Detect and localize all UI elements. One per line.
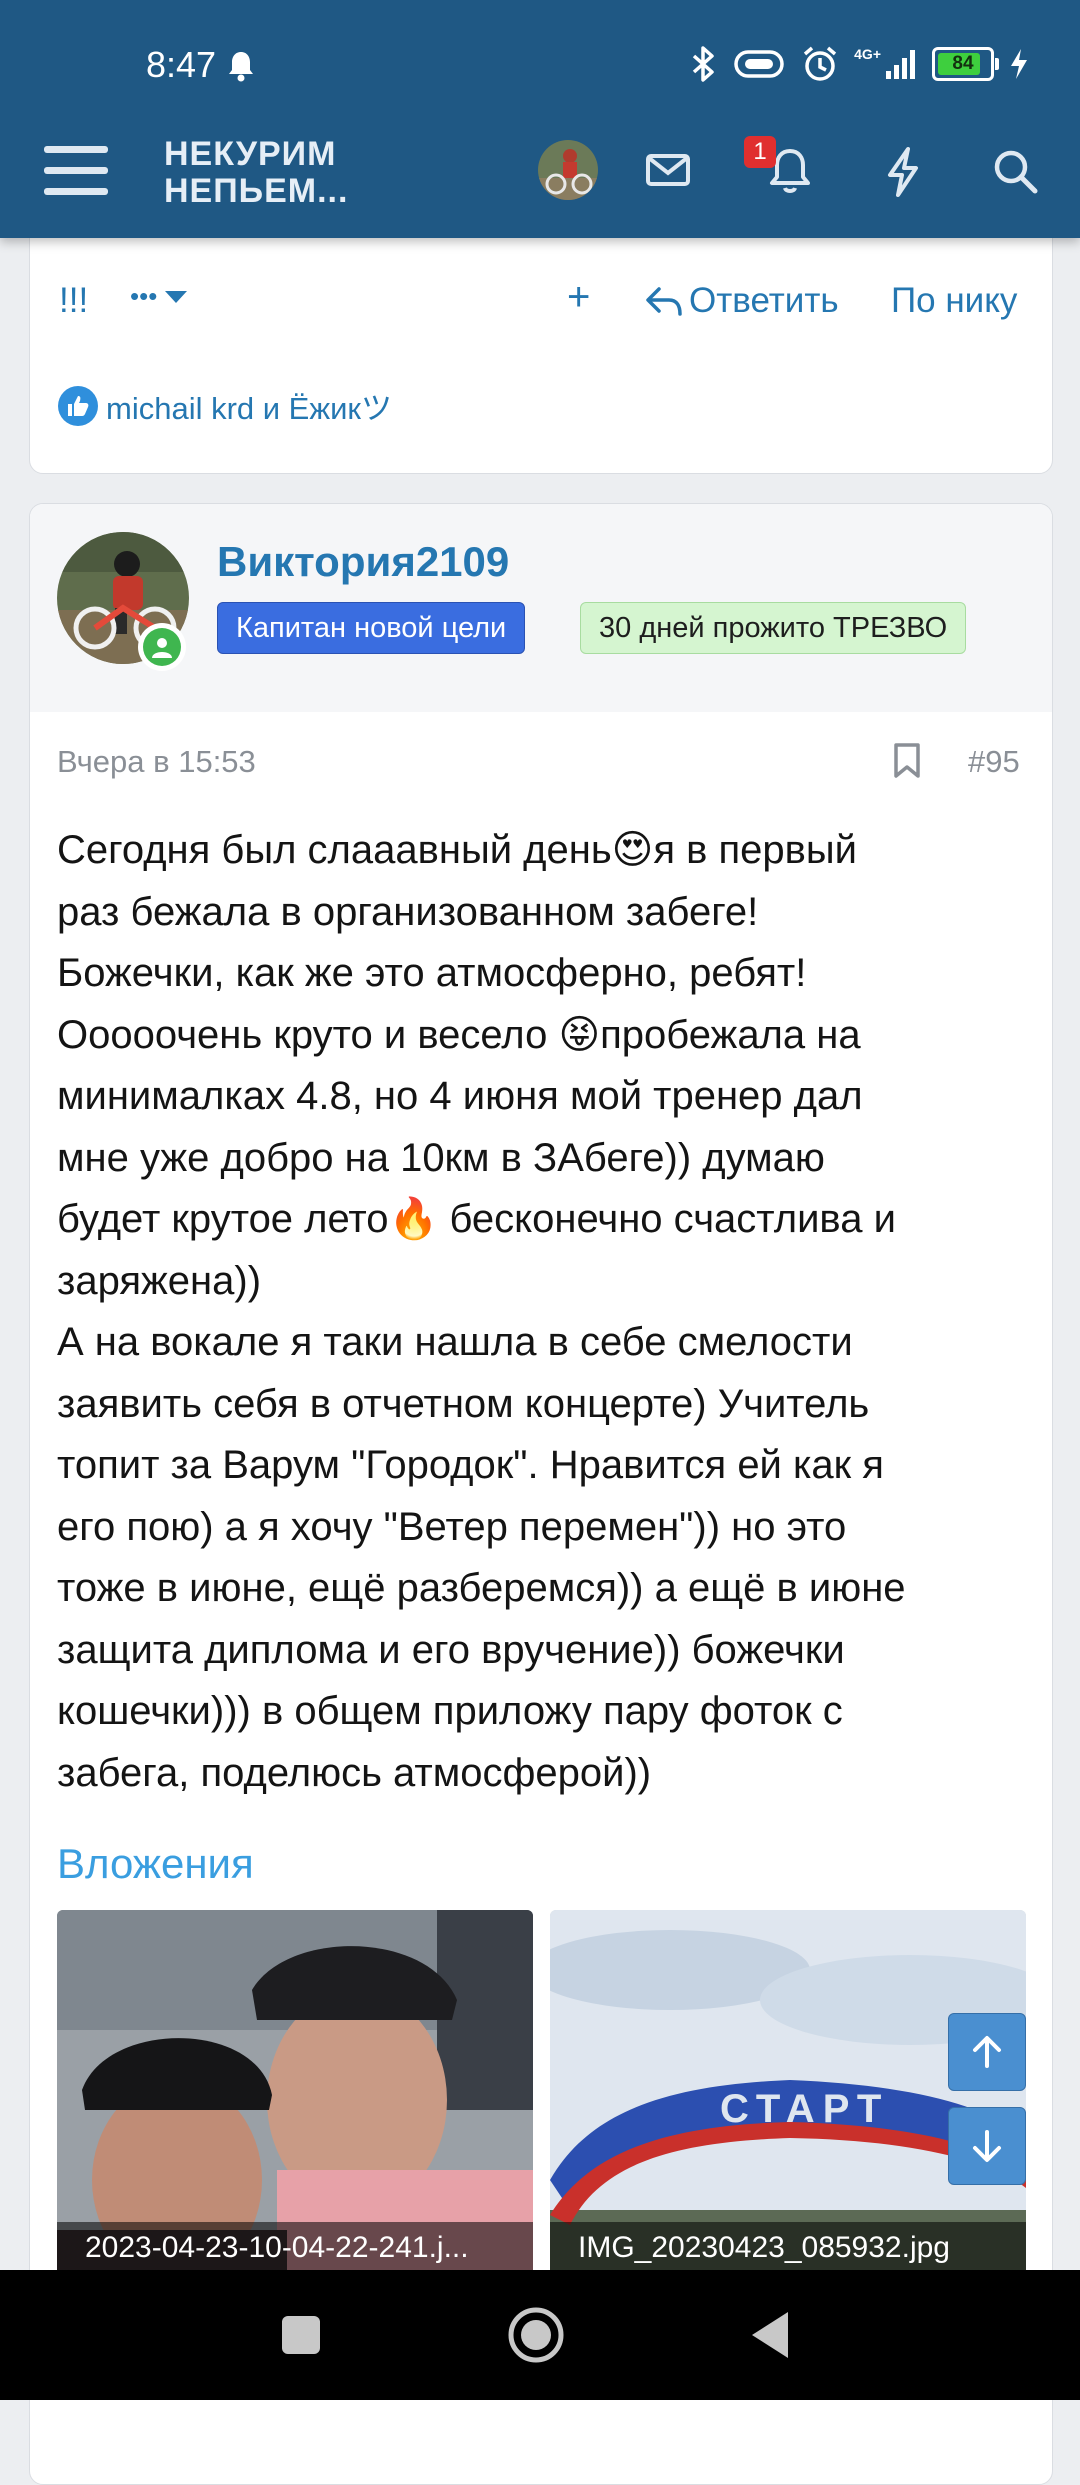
search-icon[interactable] — [990, 146, 1040, 196]
post-card: Виктория2109 Капитан новой цели 30 дней … — [29, 503, 1053, 2485]
menu-icon-line — [44, 146, 108, 153]
post-user-block: Виктория2109 Капитан новой цели 30 дней … — [30, 504, 1052, 712]
post-number[interactable]: #95 — [968, 744, 1020, 780]
status-bar: 8:47 4G+ 84 — [0, 0, 1080, 130]
arrow-down-icon — [973, 2130, 1001, 2162]
attachment-filename: IMG_20230423_085932.jpg — [550, 2222, 1026, 2270]
scroll-down-button[interactable] — [948, 2107, 1026, 2185]
top-header: 8:47 4G+ 84 НЕКУРИМ НЕПЬЕМ... 1 — [0, 0, 1080, 238]
online-status-indicator — [138, 623, 186, 671]
reactions-text: michail krd и Ёжикツ — [106, 391, 392, 426]
online-user-icon — [143, 628, 181, 666]
battery-indicator: 84 — [932, 47, 999, 81]
like-icon — [58, 385, 98, 426]
user-title-banner: Капитан новой цели — [217, 602, 526, 654]
home-button[interactable] — [506, 2300, 566, 2370]
alarm-icon — [804, 46, 837, 81]
scroll-up-button[interactable] — [948, 2013, 1026, 2091]
notification-badge: 1 — [744, 136, 776, 168]
battery-tip — [995, 58, 999, 70]
logo-line-1: НЕКУРИМ — [164, 135, 337, 173]
recents-button[interactable] — [280, 2300, 322, 2370]
logo-line-2: НЕПЬЕМ... — [164, 172, 349, 210]
attachment-thumbnail[interactable]: 2023-04-23-10-04-22-241.j... — [57, 1910, 533, 2270]
menu-icon-line — [44, 188, 108, 195]
vibrate-icon — [734, 50, 784, 78]
menu-button[interactable] — [44, 146, 108, 202]
more-dots: ••• — [130, 281, 158, 311]
more-actions-button[interactable]: ••• — [130, 281, 189, 312]
app-bar: НЕКУРИМ НЕПЬЕМ... 1 — [0, 130, 1080, 238]
chevron-down-icon — [165, 290, 188, 303]
multiquote-button[interactable]: + — [567, 275, 590, 320]
account-avatar[interactable] — [538, 140, 598, 200]
arch-text: СТАРТ — [720, 2087, 889, 2131]
system-nav-bar — [0, 2270, 1080, 2400]
bookmark-icon[interactable] — [892, 742, 922, 780]
notification-bell-icon — [229, 52, 253, 82]
reply-button[interactable]: Ответить — [645, 281, 839, 321]
post-username[interactable]: Виктория2109 — [217, 538, 509, 586]
reply-label: Ответить — [689, 281, 839, 320]
signal-indicator: 4G+ — [854, 47, 918, 81]
menu-icon-line — [44, 167, 108, 174]
avatar-photo — [538, 140, 598, 200]
post-date[interactable]: Вчера в 15:53 — [57, 744, 256, 780]
bluetooth-icon — [692, 46, 714, 82]
signal-icon — [886, 50, 915, 79]
selfie-photo — [57, 1910, 533, 2270]
reply-icon — [646, 287, 682, 316]
reactions-summary[interactable]: michail krd и Ёжикツ — [58, 383, 392, 428]
charging-icon — [1011, 49, 1027, 79]
previous-post-footer: !!! ••• + Ответить По нику michail krd и… — [29, 230, 1053, 474]
reply-by-nick-button[interactable]: По нику — [891, 281, 1017, 321]
post-body: Сегодня был слааавный день😍я в первый ра… — [57, 828, 906, 1795]
mail-icon[interactable] — [644, 146, 692, 194]
network-type: 4G+ — [854, 46, 881, 62]
attachment-filename: 2023-04-23-10-04-22-241.j... — [57, 2222, 533, 2270]
battery-level: 84 — [952, 53, 974, 74]
arrow-up-icon — [973, 2036, 1001, 2068]
back-button[interactable] — [748, 2300, 794, 2370]
site-logo[interactable]: НЕКУРИМ НЕПЬЕМ... — [164, 136, 348, 210]
exclaim-action[interactable]: !!! — [59, 281, 88, 321]
sobriety-banner: 30 дней прожито ТРЕЗВО — [580, 602, 967, 654]
status-time: 8:47 — [146, 44, 217, 85]
attachments-heading: Вложения — [57, 1840, 254, 1887]
lightning-icon[interactable] — [880, 146, 926, 198]
status-icons: 4G+ 84 — [688, 44, 1030, 84]
